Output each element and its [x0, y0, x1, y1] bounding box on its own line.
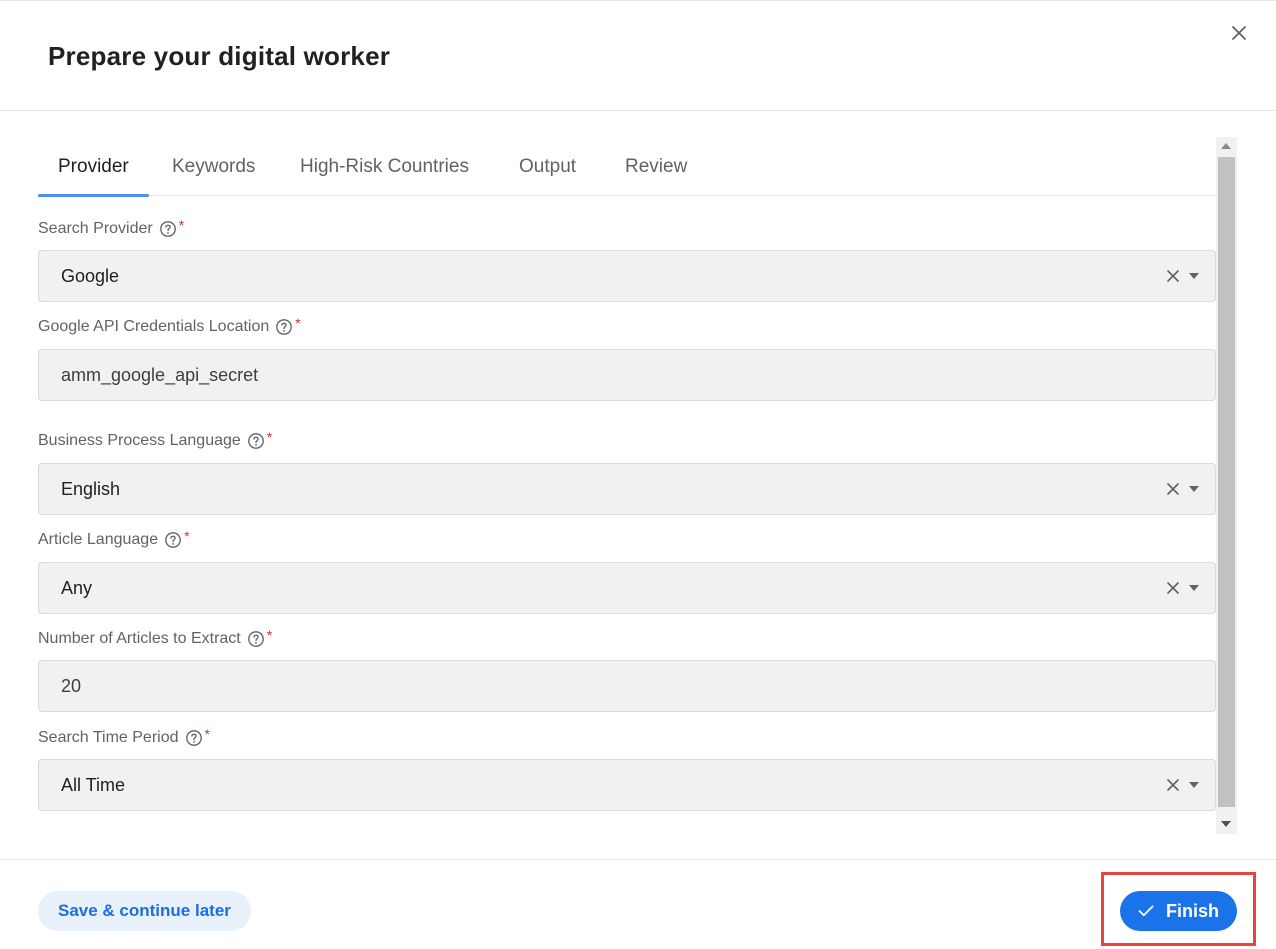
tab-bar: Provider Keywords High-Risk Countries Ou…: [38, 140, 1216, 197]
scrollbar-thumb[interactable]: [1218, 157, 1235, 807]
chevron-down-icon[interactable]: [1188, 781, 1200, 789]
num-articles-label-text: Number of Articles to Extract: [38, 630, 241, 647]
help-icon[interactable]: [275, 318, 293, 336]
tab-high-risk-countries[interactable]: High-Risk Countries: [280, 140, 489, 196]
help-icon[interactable]: [164, 531, 182, 549]
close-icon[interactable]: [1227, 21, 1251, 45]
credentials-value: amm_google_api_secret: [61, 365, 259, 385]
required-mark: *: [266, 627, 273, 643]
time-period-label: Search Time Period *: [38, 726, 210, 747]
scroll-down-icon[interactable]: [1221, 821, 1231, 827]
num-articles-value: 20: [61, 676, 82, 696]
num-articles-label: Number of Articles to Extract *: [38, 627, 273, 648]
time-period-select[interactable]: All Time: [38, 759, 1216, 811]
chevron-down-icon[interactable]: [1188, 485, 1200, 493]
process-language-value: English: [61, 479, 121, 499]
article-language-label: Article Language *: [38, 528, 190, 549]
scroll-up-icon[interactable]: [1221, 143, 1231, 149]
time-period-value: All Time: [61, 775, 126, 795]
chevron-down-icon[interactable]: [1188, 584, 1200, 592]
help-icon[interactable]: [247, 630, 265, 648]
process-language-label-text: Business Process Language: [38, 432, 241, 449]
article-language-value: Any: [61, 578, 93, 598]
process-language-select[interactable]: English: [38, 463, 1216, 515]
clear-icon[interactable]: [1165, 268, 1181, 284]
required-mark: *: [204, 726, 210, 742]
help-icon[interactable]: [159, 220, 177, 238]
search-provider-label: Search Provider *: [38, 217, 185, 238]
article-language-select[interactable]: Any: [38, 562, 1216, 614]
search-provider-label-text: Search Provider: [38, 220, 153, 237]
tab-output[interactable]: Output: [499, 140, 596, 196]
help-icon[interactable]: [247, 432, 265, 450]
finish-button-label: Finish: [1166, 901, 1219, 921]
dialog-header: Prepare your digital worker: [0, 0, 1276, 111]
required-mark: *: [266, 429, 273, 445]
required-mark: *: [178, 217, 185, 233]
credentials-input[interactable]: amm_google_api_secret: [38, 349, 1216, 401]
form-scrollbar[interactable]: [1216, 137, 1237, 834]
search-provider-select[interactable]: Google: [38, 250, 1216, 302]
clear-icon[interactable]: [1165, 580, 1181, 596]
clear-icon[interactable]: [1165, 777, 1181, 793]
check-icon: [1138, 905, 1154, 917]
required-mark: *: [295, 315, 301, 331]
dialog-title: Prepare your digital worker: [48, 41, 391, 71]
article-language-label-text: Article Language: [38, 531, 159, 548]
footer-divider: [0, 859, 1276, 860]
required-mark: *: [184, 528, 190, 544]
tab-keywords[interactable]: Keywords: [152, 140, 275, 196]
chevron-down-icon[interactable]: [1188, 272, 1200, 280]
help-icon[interactable]: [185, 729, 203, 747]
tab-provider[interactable]: Provider: [38, 140, 149, 197]
save-continue-later-button[interactable]: Save & continue later: [38, 891, 251, 931]
tab-review[interactable]: Review: [605, 140, 707, 196]
search-provider-value: Google: [61, 266, 120, 286]
time-period-label-text: Search Time Period: [38, 729, 179, 746]
credentials-label-text: Google API Credentials Location: [38, 318, 270, 335]
clear-icon[interactable]: [1165, 481, 1181, 497]
num-articles-input[interactable]: 20: [38, 660, 1216, 712]
credentials-label: Google API Credentials Location *: [38, 315, 301, 336]
process-language-label: Business Process Language *: [38, 429, 273, 450]
finish-button[interactable]: Finish: [1120, 891, 1237, 931]
